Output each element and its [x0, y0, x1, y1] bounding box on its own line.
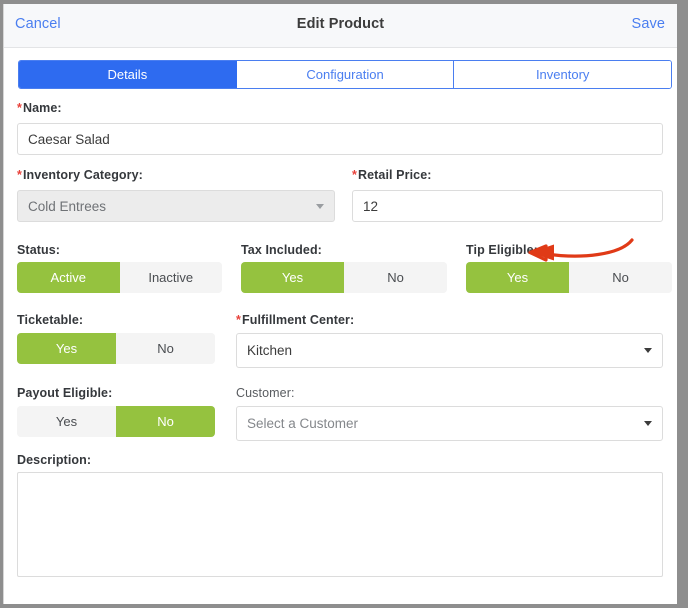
required-asterisk: *: [236, 313, 241, 327]
retail-price-input[interactable]: 12: [352, 190, 663, 222]
tab-bar: Details Configuration Inventory: [18, 60, 672, 89]
customer-placeholder: Select a Customer: [247, 416, 359, 431]
payout-eligible-label: Payout Eligible:: [17, 386, 113, 400]
tip-eligible-toggle: Yes No: [466, 262, 672, 293]
save-button[interactable]: Save: [632, 16, 665, 32]
inventory-category-label: *Inventory Category:: [17, 168, 143, 182]
required-asterisk: *: [17, 101, 22, 115]
payout-eligible-toggle: Yes No: [17, 406, 215, 437]
description-input[interactable]: [17, 472, 663, 577]
tax-included-option-no[interactable]: No: [344, 262, 447, 293]
payout-eligible-option-no[interactable]: No: [116, 406, 215, 437]
ticketable-option-yes[interactable]: Yes: [17, 333, 116, 364]
inventory-category-select[interactable]: Cold Entrees: [17, 190, 335, 222]
tax-included-toggle: Yes No: [241, 262, 447, 293]
chevron-down-icon: [644, 421, 652, 426]
tax-included-option-yes[interactable]: Yes: [241, 262, 344, 293]
name-label-text: Name:: [22, 101, 62, 115]
page-title: Edit Product: [296, 16, 385, 32]
tab-details[interactable]: Details: [19, 61, 237, 88]
payout-eligible-option-yes[interactable]: Yes: [17, 406, 116, 437]
retail-price-label: *Retail Price:: [352, 168, 432, 182]
chevron-down-icon: [644, 348, 652, 353]
fulfillment-center-value: Kitchen: [247, 343, 293, 358]
description-label: Description:: [17, 453, 92, 467]
dialog-header: Cancel Edit Product Save: [4, 4, 677, 48]
chevron-down-icon: [316, 203, 324, 209]
inventory-category-label-text: Inventory Category:: [22, 168, 143, 182]
required-asterisk: *: [352, 168, 357, 182]
tab-configuration[interactable]: Configuration: [236, 61, 455, 88]
name-label: *Name:: [17, 101, 62, 115]
ticketable-toggle: Yes No: [17, 333, 215, 364]
fulfillment-center-label-text: Fulfillment Center:: [241, 313, 355, 327]
customer-select[interactable]: Select a Customer: [236, 406, 663, 441]
tab-inventory[interactable]: Inventory: [454, 61, 671, 88]
retail-price-value: 12: [363, 198, 379, 214]
retail-price-label-text: Retail Price:: [357, 168, 432, 182]
inventory-category-value: Cold Entrees: [28, 198, 107, 214]
tip-eligible-option-no[interactable]: No: [569, 262, 672, 293]
status-option-inactive[interactable]: Inactive: [119, 262, 222, 293]
ticketable-option-no[interactable]: No: [116, 333, 215, 364]
ticketable-label: Ticketable:: [17, 313, 84, 327]
name-input-value: Caesar Salad: [28, 131, 110, 147]
required-asterisk: *: [17, 168, 22, 182]
name-input[interactable]: Caesar Salad: [17, 123, 663, 155]
status-option-active[interactable]: Active: [17, 262, 120, 293]
fulfillment-center-select[interactable]: Kitchen: [236, 333, 663, 368]
status-label: Status:: [17, 243, 61, 257]
window-frame: Cancel Edit Product Save Details Configu…: [0, 0, 688, 608]
tax-included-label: Tax Included:: [241, 243, 322, 257]
tip-eligible-option-yes[interactable]: Yes: [466, 262, 569, 293]
tip-eligible-label: Tip Eligible:: [466, 243, 538, 257]
customer-label: Customer:: [236, 386, 295, 400]
edit-product-dialog: Cancel Edit Product Save Details Configu…: [3, 4, 677, 604]
status-toggle: Active Inactive: [17, 262, 222, 293]
fulfillment-center-label: *Fulfillment Center:: [236, 313, 354, 327]
